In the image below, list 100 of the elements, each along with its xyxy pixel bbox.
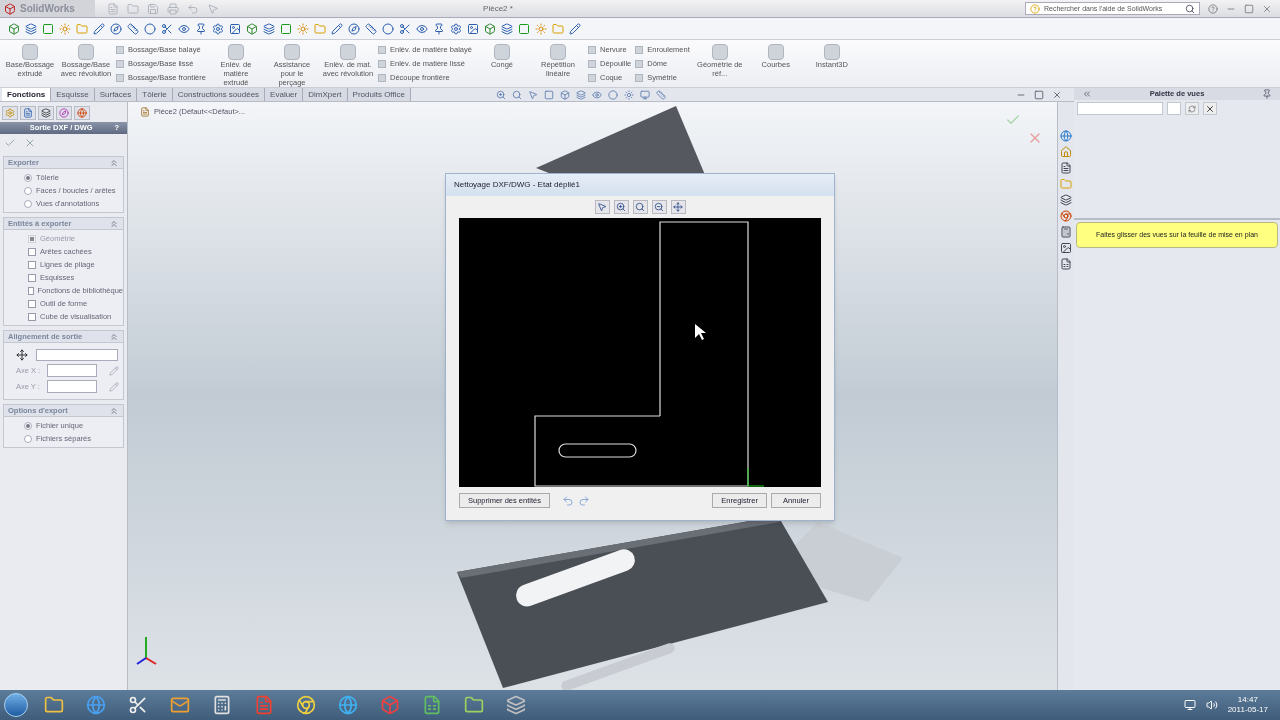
start-button[interactable] (4, 693, 28, 717)
layers-icon[interactable] (501, 22, 513, 35)
zoom-out-icon[interactable] (651, 200, 667, 214)
square-icon[interactable] (42, 22, 54, 35)
collapse-icon[interactable] (109, 218, 119, 229)
ribbon-tab[interactable]: Surfaces (94, 88, 138, 101)
pin-icon[interactable] (433, 22, 445, 35)
circle-icon[interactable] (382, 22, 394, 35)
pointer-icon[interactable] (527, 89, 538, 100)
folder-icon[interactable] (76, 22, 88, 35)
layers-icon[interactable] (25, 22, 37, 35)
checkbox[interactable] (28, 299, 36, 308)
save-icon[interactable] (147, 2, 159, 15)
new-file-icon[interactable] (107, 2, 119, 15)
checkbox[interactable] (28, 312, 36, 321)
folder-icon[interactable] (127, 2, 139, 15)
pin-icon[interactable] (195, 22, 207, 35)
layers-icon[interactable] (263, 22, 275, 35)
ribbon-tab[interactable]: Tôlerie (137, 88, 173, 101)
ribbon-tab[interactable]: Evaluer (265, 88, 304, 101)
zoom-in-icon[interactable] (495, 89, 506, 100)
color-wheel-icon[interactable] (1060, 210, 1072, 222)
ruler-icon[interactable] (365, 22, 377, 35)
cube-icon[interactable] (246, 22, 258, 35)
pencil-icon[interactable] (569, 22, 581, 35)
compass-icon[interactable] (348, 22, 360, 35)
ribbon-tab[interactable]: Esquisse (51, 88, 95, 101)
cube-icon[interactable] (559, 89, 570, 100)
sun-icon[interactable] (59, 22, 71, 35)
view-icon[interactable] (543, 89, 554, 100)
axis-field[interactable] (47, 380, 97, 393)
document-icon[interactable] (1060, 162, 1072, 174)
image-icon[interactable] (467, 22, 479, 35)
palette-field[interactable] (1167, 102, 1181, 115)
pick-icon[interactable] (109, 365, 119, 376)
pin-icon[interactable] (1262, 89, 1272, 99)
checkbox[interactable] (28, 247, 36, 256)
folder-icon[interactable] (314, 22, 326, 35)
ribbon-tab[interactable]: Constructions soudées (172, 88, 266, 101)
pointer-icon[interactable] (207, 2, 219, 15)
printer-icon[interactable] (167, 2, 179, 15)
sun-icon[interactable] (535, 22, 547, 35)
display-icon[interactable] (639, 89, 650, 100)
origin-field[interactable] (36, 349, 118, 361)
calculator-icon[interactable] (1060, 226, 1072, 238)
ok-icon[interactable] (4, 137, 16, 149)
help-icon[interactable] (1208, 3, 1218, 14)
checkbox[interactable] (28, 286, 34, 295)
radio-button[interactable] (24, 186, 32, 195)
square-icon[interactable] (280, 22, 292, 35)
close-icon[interactable] (1262, 3, 1272, 14)
zoom-area-icon[interactable] (632, 200, 648, 214)
close-icon[interactable] (1052, 89, 1062, 100)
zoom-area-icon[interactable] (511, 89, 522, 100)
checkbox[interactable] (28, 273, 36, 282)
collapse-icon[interactable] (109, 157, 119, 168)
panel-tab[interactable] (56, 106, 72, 120)
sheet-icon[interactable] (1060, 258, 1072, 270)
search-icon[interactable] (1185, 3, 1195, 14)
cube-icon[interactable] (8, 22, 20, 35)
globe-icon[interactable] (1060, 130, 1072, 142)
scissors-icon[interactable] (161, 22, 173, 35)
undo-icon[interactable] (561, 494, 574, 507)
ribbon-tab[interactable]: DimXpert (303, 88, 348, 101)
cube-icon[interactable] (484, 22, 496, 35)
eye-icon[interactable] (178, 22, 190, 35)
eye-icon[interactable] (416, 22, 428, 35)
select-icon[interactable] (594, 200, 610, 214)
circle-icon[interactable] (144, 22, 156, 35)
light-icon[interactable] (623, 89, 634, 100)
gear-icon[interactable] (212, 22, 224, 35)
collapse-icon[interactable] (109, 331, 119, 342)
restore-icon[interactable] (1034, 89, 1044, 100)
radio-button[interactable] (24, 421, 32, 430)
scissors-icon[interactable] (399, 22, 411, 35)
ribbon-tab[interactable]: Fonctions (2, 88, 52, 101)
undo-icon[interactable] (187, 2, 199, 15)
radio-button[interactable] (24, 199, 32, 208)
close-icon[interactable] (24, 137, 36, 149)
pencil-icon[interactable] (93, 22, 105, 35)
collapse-icon[interactable] (109, 405, 119, 416)
radio-button[interactable] (24, 434, 32, 443)
square-icon[interactable] (518, 22, 530, 35)
eye-icon[interactable] (591, 89, 602, 100)
home-icon[interactable] (1060, 146, 1072, 158)
ribbon-tab[interactable]: Produits Office (347, 88, 411, 101)
pick-icon[interactable] (109, 381, 119, 392)
sphere-icon[interactable] (607, 89, 618, 100)
pencil-icon[interactable] (331, 22, 343, 35)
gear-icon[interactable] (450, 22, 462, 35)
ruler-icon[interactable] (127, 22, 139, 35)
panel-tab[interactable] (20, 106, 36, 120)
clear-button[interactable] (1203, 102, 1217, 115)
palette-dropdown[interactable] (1077, 102, 1163, 115)
pan-icon[interactable] (670, 200, 686, 214)
redo-icon[interactable] (577, 494, 590, 507)
network-icon[interactable] (1183, 699, 1196, 711)
collapse-icon[interactable] (1082, 89, 1092, 99)
panel-tab[interactable] (38, 106, 54, 120)
sun-icon[interactable] (297, 22, 309, 35)
